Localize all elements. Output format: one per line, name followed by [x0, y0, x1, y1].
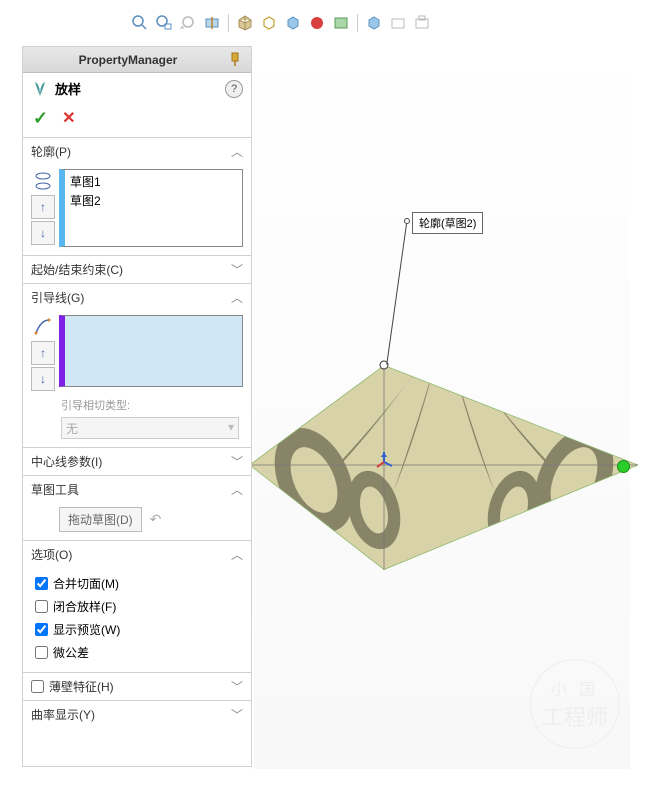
property-manager-panel: PropertyManager 放样 ? ✓ ✕ 轮廓(P) ︿ ↑ ↓ 草图1 [22, 46, 252, 767]
chevron-down-icon: ﹀ [231, 261, 243, 278]
feature-title-row: 放样 ? [23, 73, 251, 104]
move-down-button[interactable]: ↓ [31, 367, 55, 391]
show-preview-option[interactable]: 显示预览(W) [31, 618, 243, 641]
merge-checkbox[interactable] [35, 577, 48, 590]
loft-feature-icon [31, 80, 49, 98]
origin-triad [374, 452, 394, 472]
section-view-icon[interactable] [202, 13, 222, 33]
previous-view-icon[interactable] [178, 13, 198, 33]
chevron-up-icon: ︿ [231, 481, 243, 498]
drag-sketch-button[interactable]: 拖动草图(D) [59, 507, 142, 532]
curvature-header[interactable]: 曲率显示(Y) ﹀ [23, 701, 251, 728]
profile-callout[interactable]: 轮廓(草图2) [412, 212, 483, 234]
ok-button[interactable]: ✓ [33, 108, 48, 129]
zoom-fit-icon[interactable] [130, 13, 150, 33]
guides-listbox[interactable] [59, 315, 243, 387]
display-style-icon[interactable] [259, 13, 279, 33]
confirm-row: ✓ ✕ [23, 104, 251, 137]
apply-scene-icon[interactable] [331, 13, 351, 33]
pushpin-icon[interactable] [227, 51, 245, 69]
thin-feature-header[interactable]: 薄壁特征(H) ﹀ [23, 673, 251, 700]
heads-up-view-toolbar [130, 10, 550, 36]
centerline-header[interactable]: 中心线参数(I) ﹀ [23, 448, 251, 475]
profile-endpoint[interactable] [617, 460, 630, 473]
constraints-section: 起始/结束约束(C) ﹀ [23, 255, 251, 283]
thin-feature-section: 薄壁特征(H) ﹀ [23, 672, 251, 700]
chevron-up-icon: ︿ [231, 546, 243, 563]
thin-checkbox[interactable] [31, 680, 44, 693]
view-settings-icon[interactable] [364, 13, 384, 33]
constraints-header[interactable]: 起始/结束约束(C) ﹀ [23, 256, 251, 283]
move-up-button[interactable]: ↑ [31, 195, 55, 219]
panel-header: PropertyManager [23, 47, 251, 73]
watermark: 小 国 工程师 [530, 659, 620, 749]
close-checkbox[interactable] [35, 600, 48, 613]
screen-capture-icon[interactable] [412, 13, 432, 33]
render-icon[interactable] [388, 13, 408, 33]
close-loft-option[interactable]: 闭合放样(F) [31, 595, 243, 618]
move-up-button[interactable]: ↑ [31, 341, 55, 365]
preview-checkbox[interactable] [35, 623, 48, 636]
list-item[interactable]: 草图1 [67, 172, 240, 191]
callout-anchor [404, 218, 410, 224]
centerline-section: 中心线参数(I) ﹀ [23, 447, 251, 475]
micro-tolerance-option[interactable]: 微公差 [31, 641, 243, 664]
options-header[interactable]: 选项(O) ︿ [23, 541, 251, 568]
tangent-type-select: 无▾ [61, 417, 239, 439]
panel-title: PropertyManager [29, 53, 227, 67]
tangent-type-label: 引导相切类型: [31, 391, 243, 417]
chevron-down-icon: ﹀ [231, 706, 243, 723]
list-item[interactable]: 草图2 [67, 191, 240, 210]
curvature-section: 曲率显示(Y) ﹀ [23, 700, 251, 728]
guides-header[interactable]: 引导线(G) ︿ [23, 284, 251, 311]
hide-show-icon[interactable] [283, 13, 303, 33]
guide-selector-icon[interactable] [31, 315, 55, 339]
chevron-down-icon: ﹀ [231, 678, 243, 695]
guides-section: 引导线(G) ︿ ↑ ↓ 引导相切类型: 无▾ [23, 283, 251, 447]
profiles-listbox[interactable]: 草图1 草图2 [59, 169, 243, 247]
undo-icon: ↶ [150, 511, 162, 528]
zoom-area-icon[interactable] [154, 13, 174, 33]
micro-checkbox[interactable] [35, 646, 48, 659]
help-icon[interactable]: ? [225, 80, 243, 98]
sketch-tools-header[interactable]: 草图工具 ︿ [23, 476, 251, 503]
chevron-up-icon: ︿ [231, 143, 243, 160]
move-down-button[interactable]: ↓ [31, 221, 55, 245]
sketch-tools-section: 草图工具 ︿ 拖动草图(D) ↶ [23, 475, 251, 540]
profiles-section: 轮廓(P) ︿ ↑ ↓ 草图1 草图2 [23, 137, 251, 255]
merge-faces-option[interactable]: 合并切面(M) [31, 572, 243, 595]
options-section: 选项(O) ︿ 合并切面(M) 闭合放样(F) 显示预览(W) 微公差 [23, 540, 251, 672]
chevron-up-icon: ︿ [231, 289, 243, 306]
view-orientation-icon[interactable] [235, 13, 255, 33]
cancel-button[interactable]: ✕ [62, 108, 75, 129]
edit-appearance-icon[interactable] [307, 13, 327, 33]
feature-name: 放样 [55, 79, 219, 98]
profile-selector-icon[interactable] [31, 169, 55, 193]
profiles-header[interactable]: 轮廓(P) ︿ [23, 138, 251, 165]
chevron-down-icon: ﹀ [231, 453, 243, 470]
loft-surface [244, 330, 644, 570]
